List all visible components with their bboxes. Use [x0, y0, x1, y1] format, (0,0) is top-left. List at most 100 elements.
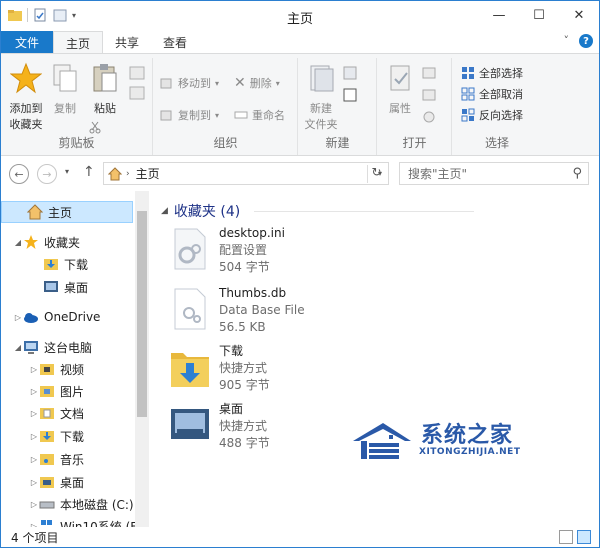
expanded-arrow-icon[interactable]: ◢	[13, 343, 23, 352]
arrow-left-icon: ←	[14, 167, 24, 181]
file-item[interactable]: Thumbs.db Data Base File 56.5 KB	[169, 285, 305, 345]
explorer-window: ▾ 主页 — ☐ ✕ 文件 主页 共享 查看 ˅ ? 添加到 收藏夹 复制 粘贴…	[0, 0, 600, 548]
nav-item-music[interactable]: ▷ 音乐	[1, 448, 84, 470]
new-folder-button[interactable]: 新建 文件夹	[303, 62, 339, 133]
paste-shortcut-icon[interactable]	[129, 86, 145, 100]
paste-button[interactable]: 粘贴	[87, 62, 123, 117]
collapsed-arrow-icon[interactable]: ▷	[29, 455, 39, 464]
tiles-view-button[interactable]	[577, 530, 591, 544]
close-button[interactable]: ✕	[559, 1, 599, 29]
watermark-cn: 系统之家	[421, 422, 514, 448]
file-size: 905 字节	[219, 378, 270, 392]
address-path[interactable]: 主页	[136, 165, 160, 182]
collapse-group-icon[interactable]: ◢	[161, 206, 168, 216]
open-icon[interactable]	[422, 66, 438, 80]
nav-item-local-disk[interactable]: ▷ 本地磁盘 (C:)	[1, 493, 134, 515]
nav-item-home[interactable]: 主页	[1, 201, 133, 223]
rename-button[interactable]: 重命名	[234, 106, 285, 124]
group-header[interactable]: ◢ 收藏夹 (4)	[161, 201, 475, 221]
cloud-icon	[24, 313, 38, 323]
tab-home[interactable]: 主页	[53, 31, 104, 54]
minimize-button[interactable]: —	[479, 1, 519, 29]
watermark: 系统之家 XITONGZHIJIA.NET	[349, 415, 529, 467]
group-title: 收藏夹 (4)	[173, 204, 241, 220]
nav-item-favorites[interactable]: ◢ 收藏夹	[1, 231, 80, 253]
open-group-label: 打开	[402, 136, 427, 150]
expanded-arrow-icon[interactable]: ◢	[13, 238, 23, 247]
clipboard-group: 添加到 收藏夹 复制 粘贴 剪贴板	[1, 58, 153, 155]
easy-access-icon[interactable]	[343, 88, 359, 102]
file-name: Thumbs.db	[219, 286, 287, 300]
add-to-favorites-button[interactable]: 添加到 收藏夹	[5, 62, 47, 133]
collapsed-arrow-icon[interactable]: ▷	[29, 432, 39, 441]
collapsed-arrow-icon[interactable]: ▷	[29, 387, 39, 396]
copy-path-icon[interactable]	[129, 66, 145, 80]
select-none-button[interactable]: 全部取消	[461, 85, 523, 103]
search-field[interactable]: 搜索"主页" ⚲	[399, 162, 589, 185]
copy-button[interactable]: 复制	[49, 62, 81, 117]
forward-button[interactable]: →	[37, 164, 57, 184]
item-count: 4 个项目	[11, 530, 59, 545]
address-field[interactable]: › 主页 ▾	[103, 162, 389, 185]
copy-to-button[interactable]: 复制到 ▾	[160, 106, 219, 124]
new-group: 新建 文件夹 新建	[299, 58, 377, 155]
nav-item-documents[interactable]: ▷ 文档	[1, 402, 84, 424]
collapsed-arrow-icon[interactable]: ▷	[29, 500, 39, 509]
edit-icon[interactable]	[422, 88, 438, 102]
collapsed-arrow-icon[interactable]: ▷	[29, 478, 39, 487]
help-icon[interactable]: ?	[579, 34, 593, 48]
watermark-logo-icon	[353, 423, 411, 459]
up-button[interactable]: ↑	[83, 164, 95, 180]
home-icon	[27, 204, 43, 220]
pictures-icon	[40, 386, 54, 397]
group-divider	[254, 210, 475, 212]
nav-item-onedrive[interactable]: ▷ OneDrive	[1, 306, 101, 328]
collapsed-arrow-icon[interactable]: ▷	[29, 409, 39, 418]
back-button[interactable]: ←	[9, 164, 29, 184]
clipboard-group-label: 剪贴板	[58, 136, 95, 150]
nav-item-win10-drive[interactable]: ▷ Win10系统 (E	[1, 515, 138, 528]
nav-scrollbar[interactable]	[135, 191, 149, 527]
desktop-folder-icon	[40, 477, 54, 488]
history-icon[interactable]	[422, 110, 438, 124]
ribbon-expand-icon[interactable]: ˅	[564, 34, 570, 48]
invert-selection-icon	[461, 108, 475, 122]
nav-scrollbar-thumb[interactable]	[137, 211, 147, 417]
details-view-button[interactable]	[559, 530, 573, 544]
tab-file[interactable]: 文件	[1, 31, 54, 53]
file-item[interactable]: 桌面 快捷方式 488 字节	[169, 401, 270, 461]
tab-view[interactable]: 查看	[151, 31, 199, 53]
nav-item-downloads[interactable]: 下载	[1, 253, 88, 275]
recent-locations-icon[interactable]: ▾	[65, 167, 69, 176]
nav-item-pictures[interactable]: ▷ 图片	[1, 380, 84, 402]
nav-item-videos[interactable]: ▷ 视频	[1, 358, 84, 380]
downloads-icon	[40, 431, 54, 442]
collapsed-arrow-icon[interactable]: ▷	[13, 313, 23, 322]
nav-item-downloads-pc[interactable]: ▷ 下载	[1, 425, 84, 447]
file-item[interactable]: 下载 快捷方式 905 字节	[169, 343, 270, 403]
nav-item-this-pc[interactable]: ◢ 这台电脑	[1, 336, 92, 358]
collapsed-arrow-icon[interactable]: ▷	[29, 365, 39, 374]
delete-button[interactable]: ✕ 删除 ▾	[234, 74, 280, 92]
cut-icon[interactable]	[89, 120, 101, 134]
new-item-icon[interactable]	[343, 66, 359, 80]
nav-item-desktop-pc[interactable]: ▷ 桌面	[1, 471, 84, 493]
file-item[interactable]: desktop.ini 配置设置 504 字节	[169, 225, 285, 285]
properties-button[interactable]: 属性	[382, 62, 418, 117]
move-to-button[interactable]: 移动到 ▾	[160, 74, 219, 92]
invert-selection-button[interactable]: 反向选择	[461, 106, 523, 124]
file-size: 504 字节	[219, 260, 270, 274]
navigation-pane: 主页 ◢ 收藏夹 下载 桌面 ▷ OneDrive ◢ 这台电脑 ▷ 视频 ▷ …	[1, 191, 149, 527]
file-type: 配置设置	[219, 243, 268, 257]
tab-share[interactable]: 共享	[103, 31, 151, 53]
maximize-button[interactable]: ☐	[519, 1, 559, 29]
downloads-icon	[44, 259, 58, 270]
settings-file-icon	[174, 228, 206, 270]
watermark-en: XITONGZHIJIA.NET	[419, 447, 521, 457]
select-all-button[interactable]: 全部选择	[461, 64, 523, 82]
file-name: 桌面	[219, 402, 244, 416]
nav-item-desktop[interactable]: 桌面	[1, 276, 88, 298]
paste-icon	[93, 64, 117, 92]
refresh-button[interactable]: ↻	[367, 165, 385, 183]
home-icon	[108, 166, 122, 180]
